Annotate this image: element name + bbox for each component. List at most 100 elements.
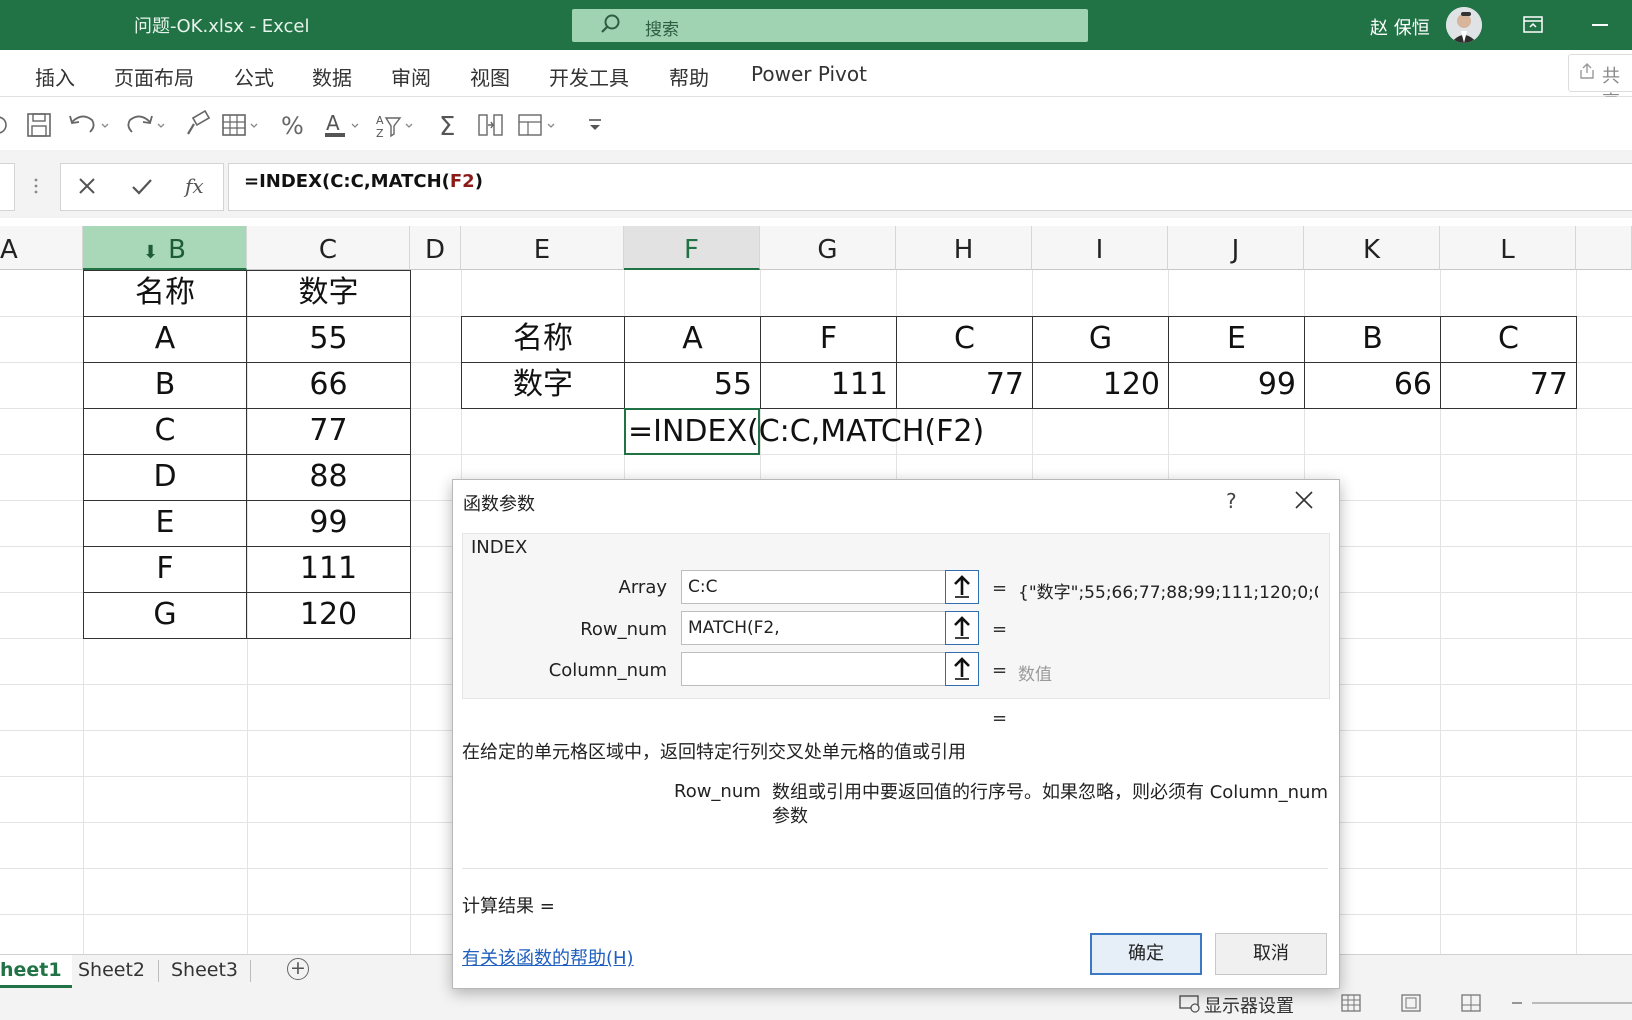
column-header-a[interactable]: A [0, 226, 83, 270]
column-header-g[interactable]: G [760, 226, 896, 270]
cancel-button[interactable]: 取消 [1215, 933, 1327, 975]
table-cell[interactable]: C [896, 316, 1033, 363]
table-cell[interactable]: G [1032, 316, 1169, 363]
display-settings-button[interactable]: 显示器设置 [1204, 992, 1294, 1018]
table-cell[interactable]: 120 [1032, 362, 1169, 409]
redo-icon[interactable] [124, 110, 170, 140]
table-header-cell[interactable]: 名称 [83, 270, 247, 317]
table-cell[interactable]: C [1440, 316, 1577, 363]
tab-data[interactable]: 数据 [312, 62, 352, 91]
array-input[interactable]: C:C [681, 570, 977, 604]
formula-bar-resize-handle-icon[interactable] [32, 176, 40, 196]
column-header-e[interactable]: E [461, 226, 624, 270]
column-num-input[interactable] [681, 652, 977, 686]
column-header-h[interactable]: H [896, 226, 1032, 270]
tab-insert[interactable]: 插入 [35, 62, 75, 91]
ok-button[interactable]: 确定 [1090, 933, 1202, 975]
row-num-collapse-button[interactable] [945, 611, 979, 645]
table-cell[interactable]: 88 [246, 454, 411, 501]
table-cell[interactable]: 66 [1304, 362, 1441, 409]
table-cell[interactable]: 77 [246, 408, 411, 455]
table-cell[interactable]: 99 [246, 500, 411, 547]
table-cell[interactable]: 120 [246, 592, 411, 639]
tab-help[interactable]: 帮助 [669, 62, 709, 91]
search-placeholder: 搜索 [645, 20, 679, 40]
formula-buttons: fx [60, 163, 224, 211]
table-cell[interactable]: E [83, 500, 247, 547]
tab-developer[interactable]: 开发工具 [549, 62, 629, 91]
tab-view[interactable]: 视图 [470, 62, 510, 91]
table-cell[interactable]: 77 [1440, 362, 1577, 409]
percent-style-icon[interactable]: % [278, 110, 308, 140]
sheet-tab-sheet1[interactable]: heet1 [0, 955, 72, 988]
table-cell[interactable]: 55 [246, 316, 411, 363]
minimize-icon[interactable] [1592, 24, 1608, 26]
autosave-toggle-icon[interactable] [0, 110, 20, 140]
normal-view-icon[interactable] [1340, 993, 1362, 1013]
array-collapse-button[interactable] [945, 570, 979, 604]
table-cell[interactable]: D [83, 454, 247, 501]
table-cell[interactable]: 99 [1168, 362, 1305, 409]
tab-page-layout[interactable]: 页面布局 [114, 62, 194, 91]
borders-icon[interactable] [220, 110, 266, 140]
cell-edit-text[interactable]: =INDEX(C:C,MATCH(F2) [628, 412, 984, 452]
save-icon[interactable] [24, 110, 54, 140]
row-num-input[interactable]: MATCH(F2, [681, 611, 977, 645]
table-cell[interactable]: 111 [760, 362, 897, 409]
zoom-slider[interactable] [1510, 996, 1632, 1010]
sheet-tab-sheet2[interactable]: Sheet2 [78, 955, 145, 985]
ribbon-display-options-icon[interactable] [1522, 14, 1544, 36]
undo-icon[interactable] [66, 110, 112, 140]
tab-formulas[interactable]: 公式 [234, 62, 274, 91]
sheet-tab-sheet3[interactable]: Sheet3 [171, 955, 238, 985]
table-cell[interactable]: B [1304, 316, 1441, 363]
column-header-k[interactable]: K [1304, 226, 1440, 270]
table-cell[interactable]: 111 [246, 546, 411, 593]
page-layout-view-icon[interactable] [1400, 993, 1422, 1013]
column-header-d[interactable]: D [410, 226, 461, 270]
tab-review[interactable]: 审阅 [391, 62, 431, 91]
page-break-view-icon[interactable] [1460, 993, 1482, 1013]
table-cell[interactable]: A [624, 316, 761, 363]
column-header-j[interactable]: J [1168, 226, 1304, 270]
dialog-help-icon[interactable]: ? [1226, 489, 1237, 513]
table-cell[interactable]: B [83, 362, 247, 409]
table-cell[interactable]: F [760, 316, 897, 363]
table-cell[interactable]: G [83, 592, 247, 639]
column-header-f[interactable]: F [624, 226, 760, 270]
table-header-cell[interactable]: 数字 [461, 362, 625, 409]
table-cell[interactable]: F [83, 546, 247, 593]
column-header-c[interactable]: C [247, 226, 410, 270]
function-help-link[interactable]: 有关该函数的帮助(H) [462, 944, 634, 970]
avatar[interactable] [1446, 7, 1482, 43]
table-cell[interactable]: 77 [896, 362, 1033, 409]
dialog-close-icon[interactable] [1292, 488, 1316, 512]
autosum-icon[interactable]: Σ [434, 110, 464, 140]
merge-cells-icon[interactable] [516, 110, 562, 140]
table-cell[interactable]: A [83, 316, 247, 363]
table-cell[interactable]: E [1168, 316, 1305, 363]
sort-filter-icon[interactable]: A Z [374, 110, 420, 140]
insert-function-icon[interactable]: fx [183, 173, 209, 199]
table-header-cell[interactable]: 数字 [246, 270, 411, 317]
column-num-collapse-button[interactable] [945, 652, 979, 686]
font-color-icon[interactable]: A [322, 110, 368, 140]
customize-toolbar-icon[interactable] [580, 110, 610, 140]
table-cell[interactable]: 66 [246, 362, 411, 409]
table-cell[interactable]: C [83, 408, 247, 455]
column-header-b[interactable]: ⬇ B [83, 226, 247, 270]
column-header-l[interactable]: L [1440, 226, 1576, 270]
column-header-i[interactable]: I [1032, 226, 1168, 270]
text-to-columns-icon[interactable] [476, 110, 506, 140]
cancel-entry-icon[interactable] [76, 175, 98, 197]
formula-text[interactable]: =INDEX(C:C,MATCH(F2) [244, 171, 483, 192]
table-cell[interactable]: 55 [624, 362, 761, 409]
name-box[interactable] [0, 163, 15, 211]
column-header-m[interactable] [1576, 226, 1632, 270]
add-sheet-icon[interactable]: + [287, 958, 309, 980]
table-header-cell[interactable]: 名称 [461, 316, 625, 363]
user-name[interactable]: 赵 保恒 [1370, 14, 1430, 40]
tab-power-pivot[interactable]: Power Pivot [751, 62, 867, 86]
format-painter-icon[interactable] [182, 110, 212, 140]
confirm-entry-icon[interactable] [130, 175, 154, 197]
